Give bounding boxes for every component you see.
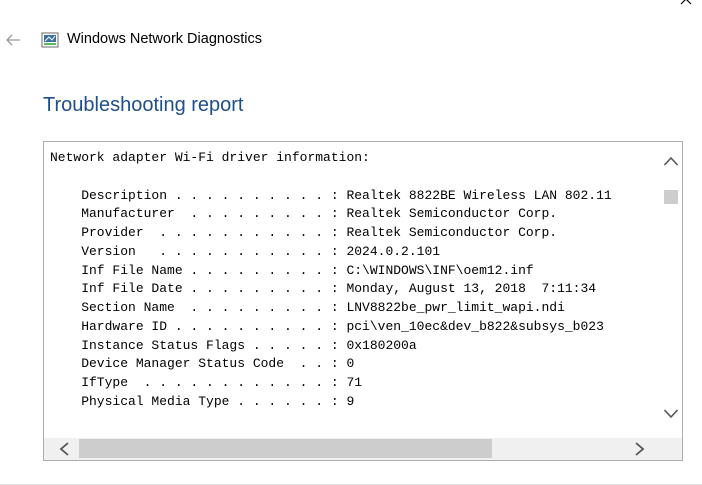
scrollbar-corner (662, 438, 682, 460)
scroll-left-button[interactable] (58, 442, 72, 456)
network-diagnostics-icon (41, 32, 59, 48)
chevron-left-icon (59, 442, 69, 456)
report-line: Manufacturer . . . . . . . . . : Realtek… (50, 206, 558, 222)
vertical-scrollbar[interactable] (660, 142, 682, 439)
report-line: Version . . . . . . . . . . . : 2024.0.2… (50, 243, 441, 259)
report-text-area[interactable]: Network adapter Wi-Fi driver information… (43, 141, 683, 461)
scroll-up-button[interactable] (663, 154, 679, 168)
page-title: Troubleshooting report (43, 94, 244, 116)
chevron-up-icon (663, 156, 679, 166)
chevron-down-icon (663, 409, 679, 419)
scroll-right-button[interactable] (632, 442, 646, 456)
report-content: Network adapter Wi-Fi driver information… (50, 149, 662, 437)
report-line: Section Name . . . . . . . . . : LNV8822… (50, 300, 565, 315)
report-line: Device Manager Status Code . . : 0 (50, 356, 355, 372)
report-line (50, 168, 662, 187)
back-button[interactable] (4, 32, 22, 48)
report-line: Inf File Date . . . . . . . . . : Monday… (50, 281, 597, 297)
report-line: Provider . . . . . . . . . . . : Realtek… (50, 225, 558, 240)
report-line: Inf File Name . . . . . . . . . : C:\WIN… (50, 262, 534, 278)
report-line: IfType . . . . . . . . . . . . : 71 (50, 375, 363, 390)
close-icon (680, 0, 692, 5)
report-line: Network adapter Wi-Fi driver information… (50, 150, 370, 165)
horizontal-scroll-thumb[interactable] (79, 439, 492, 458)
scroll-down-button[interactable] (663, 407, 679, 421)
report-line: Description . . . . . . . . . . : Realte… (50, 187, 612, 203)
report-line: Physical Media Type . . . . . . : 9 (50, 393, 355, 409)
report-line: Instance Status Flags . . . . . : 0x1802… (50, 337, 417, 353)
close-button[interactable] (676, 0, 696, 10)
horizontal-scrollbar[interactable] (44, 438, 662, 460)
report-line: Hardware ID . . . . . . . . . . : pci\ve… (50, 318, 604, 334)
back-arrow-icon (6, 34, 20, 46)
chevron-right-icon (635, 442, 645, 456)
window-title: Windows Network Diagnostics (67, 31, 263, 47)
vertical-scroll-thumb[interactable] (664, 190, 678, 204)
